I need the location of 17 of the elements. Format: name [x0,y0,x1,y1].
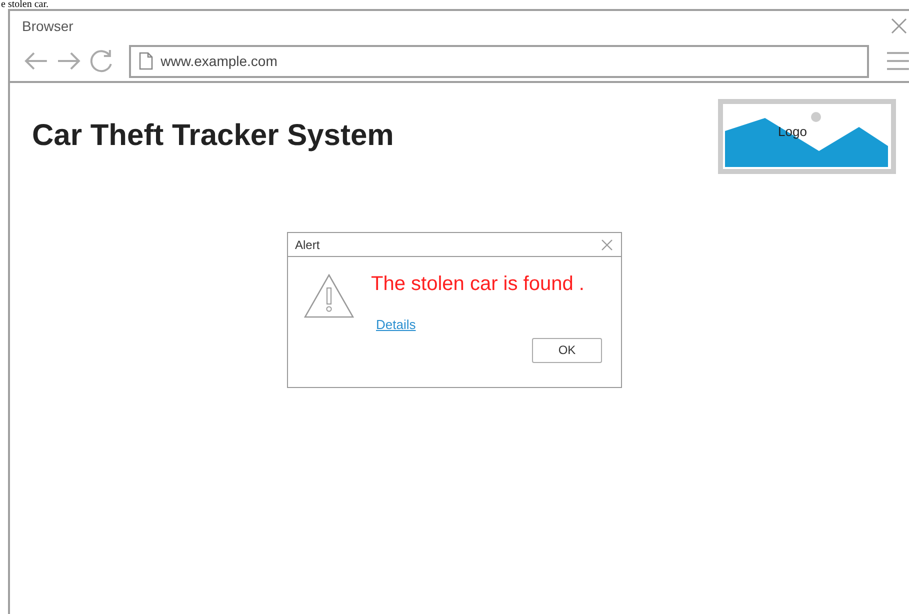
dialog-title: Alert [295,236,320,254]
address-field[interactable]: www.example.com [128,44,870,78]
window-title: Browser [22,16,74,36]
warning-icon [304,274,354,318]
caption-text: e stolen car. [1,0,48,9]
alert-message: The stolen car is found . [371,272,584,296]
close-icon[interactable] [601,238,613,250]
reload-icon[interactable] [90,49,114,73]
details-link[interactable]: Details [376,315,416,334]
close-icon[interactable] [891,18,907,34]
page-heading: Car Theft Tracker System [32,118,394,154]
ok-button[interactable]: OK [532,338,602,362]
page-icon [138,52,153,70]
back-arrow-icon[interactable] [24,52,48,70]
image-placeholder-icon [718,99,896,174]
forward-arrow-icon[interactable] [56,52,81,70]
menu-icon[interactable] [887,50,909,72]
